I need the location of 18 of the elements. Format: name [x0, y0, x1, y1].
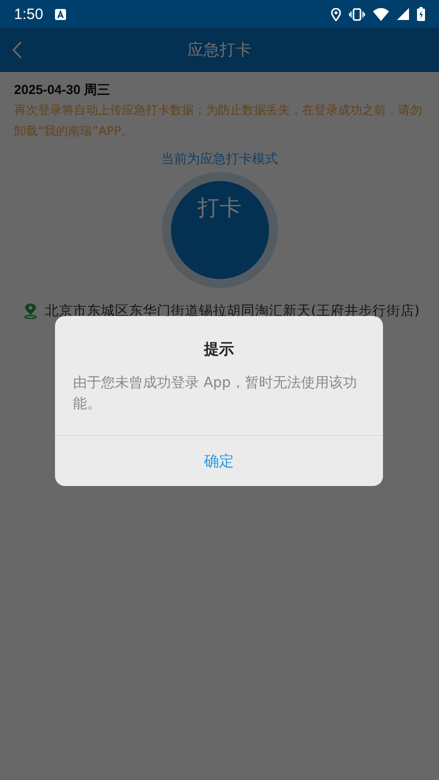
status-time: 1:50	[14, 6, 44, 22]
dialog-title: 提示	[204, 340, 234, 359]
chevron-left-icon	[12, 41, 22, 59]
page-title: 应急打卡	[188, 40, 252, 60]
signal-icon	[397, 8, 409, 20]
punch-button[interactable]: 打卡	[170, 181, 268, 279]
back-button[interactable]	[12, 40, 22, 60]
dialog-message: 由于您未曾成功登录 App，暂时无法使用该功能。	[72, 374, 358, 414]
battery-icon	[417, 7, 425, 21]
wifi-icon	[373, 8, 389, 20]
notice-text: 再次登录将自动上传应急打卡数据；为防止数据丢失，在登录成功之前，请勿卸载“我的南瑞”APP。	[14, 102, 423, 140]
mode-label: 当前为应急打卡模式	[160, 151, 279, 169]
confirm-button[interactable]: 确定	[55, 436, 383, 486]
date-text: 2025-04-30 周三	[14, 81, 112, 99]
map-pin-icon	[24, 303, 37, 319]
location-icon	[331, 8, 341, 20]
notification-icon	[55, 8, 66, 20]
vibrate-icon	[349, 8, 365, 20]
